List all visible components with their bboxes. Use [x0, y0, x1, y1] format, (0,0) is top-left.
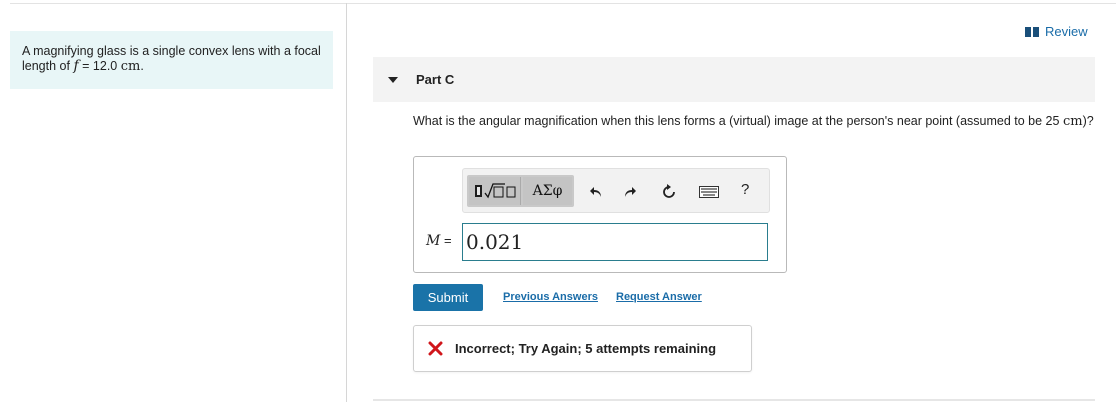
problem-text: A magnifying glass is a single convex le… — [22, 44, 321, 73]
review-label: Review — [1045, 24, 1088, 39]
question-suffix: )? — [1082, 114, 1094, 128]
equals-sign: = — [82, 59, 90, 73]
previous-answers-link[interactable]: Previous Answers — [503, 291, 598, 303]
question-body: What is the angular magnification when t… — [413, 114, 1060, 128]
column-divider — [346, 3, 347, 402]
answer-box: ΑΣφ ? M = — [413, 156, 787, 273]
question-unit: cm — [1062, 114, 1083, 129]
symbols-button[interactable]: ΑΣφ — [523, 177, 572, 205]
templates-icon — [474, 183, 515, 199]
undo-icon[interactable] — [587, 183, 605, 201]
help-icon[interactable]: ? — [741, 181, 749, 198]
answer-label: M = — [426, 233, 452, 249]
math-toolbar: ΑΣφ ? — [462, 168, 770, 213]
answer-equals: = — [443, 233, 452, 248]
problem-statement: A magnifying glass is a single convex le… — [10, 31, 333, 89]
tool-button-group: ΑΣφ — [467, 175, 574, 207]
focal-length-value: 12.0 — [92, 59, 118, 73]
bottom-divider — [373, 399, 1095, 401]
focal-length-unit: cm — [120, 59, 141, 74]
redo-icon[interactable] — [621, 183, 639, 201]
book-icon — [1025, 26, 1039, 37]
part-header[interactable]: Part C — [373, 57, 1095, 102]
question-text: What is the angular magnification when t… — [413, 114, 1095, 129]
caret-down-icon[interactable] — [388, 76, 398, 83]
feedback-text: Incorrect; Try Again; 5 attempts remaini… — [455, 341, 717, 356]
focal-length-variable: f — [73, 58, 79, 74]
problem-period: . — [140, 59, 144, 73]
request-answer-link[interactable]: Request Answer — [616, 291, 702, 303]
answer-input[interactable] — [462, 223, 768, 261]
answer-variable: M — [426, 233, 441, 249]
top-divider — [10, 3, 1116, 4]
submit-button[interactable]: Submit — [413, 284, 483, 311]
review-link[interactable]: Review — [1025, 24, 1088, 39]
feedback-box: Incorrect; Try Again; 5 attempts remaini… — [413, 325, 752, 372]
keyboard-icon[interactable] — [699, 183, 719, 201]
x-icon — [428, 341, 443, 356]
part-title: Part C — [416, 72, 455, 87]
templates-button[interactable] — [469, 177, 521, 205]
reset-icon[interactable] — [660, 183, 678, 201]
